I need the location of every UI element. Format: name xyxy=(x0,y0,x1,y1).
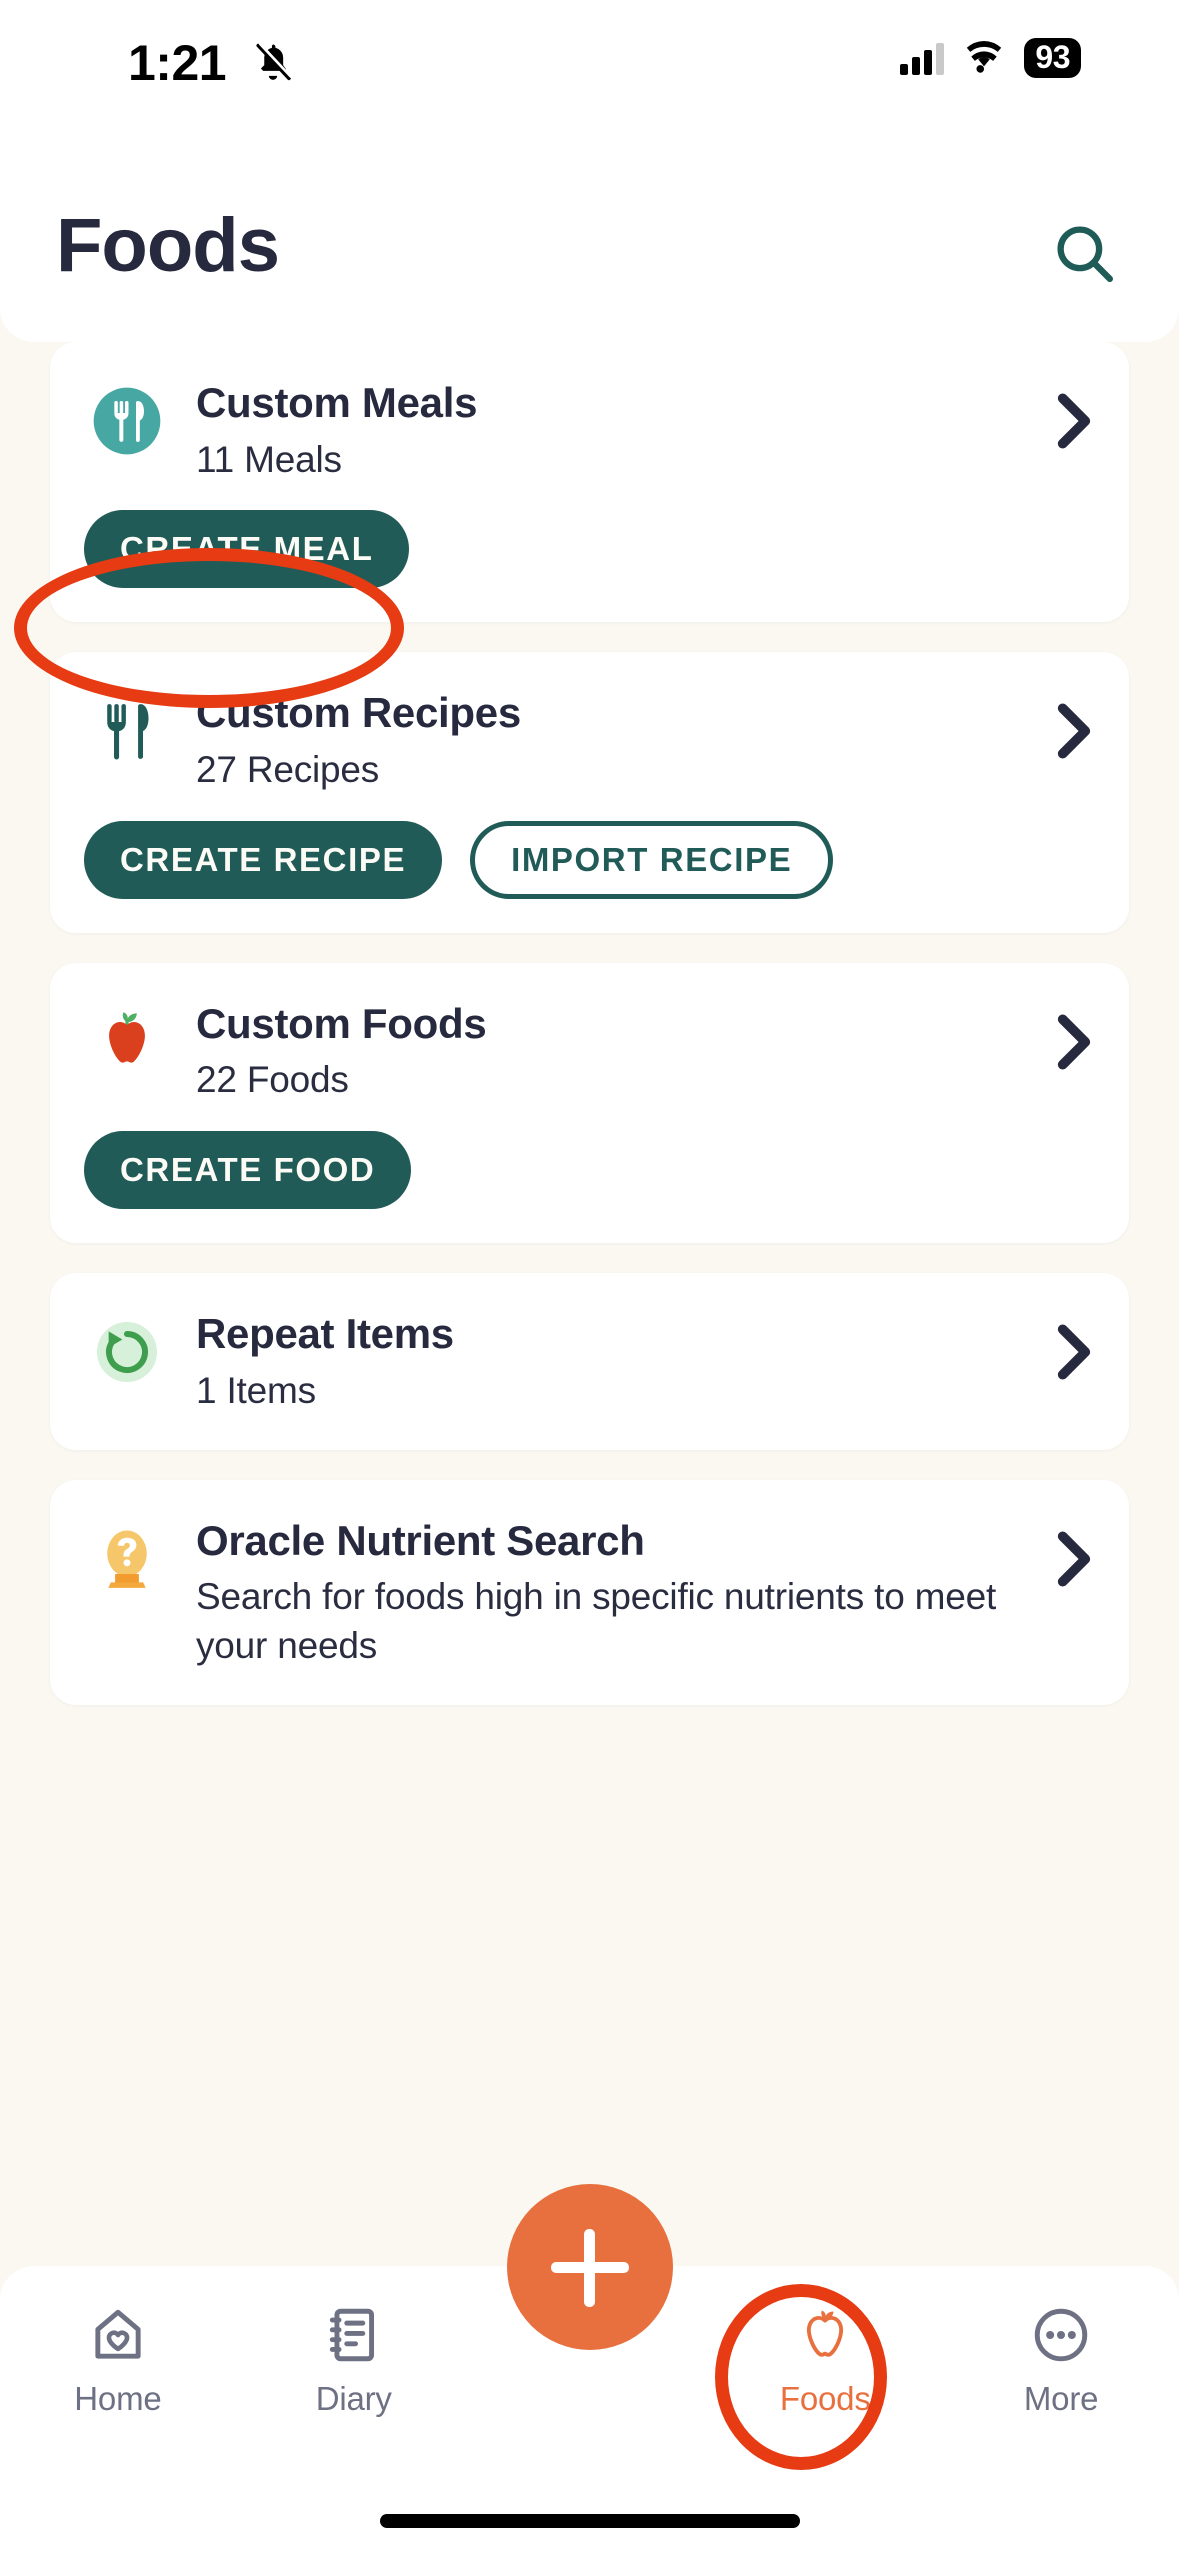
card-text: Repeat Items 1 Items xyxy=(196,1307,1031,1415)
create-recipe-button[interactable]: CREATE RECIPE xyxy=(84,820,443,899)
card-actions: CREATE MEAL xyxy=(84,510,1095,589)
add-entry-fab[interactable] xyxy=(507,2184,673,2350)
card-actions: CREATE RECIPE IMPORT RECIPE xyxy=(84,820,1095,899)
fork-knife-plate-icon xyxy=(84,378,170,464)
notebook-icon xyxy=(329,2308,374,2362)
home-heart-icon xyxy=(95,2309,141,2359)
chevron-right-icon[interactable] xyxy=(1057,1323,1091,1381)
chevron-right-icon[interactable] xyxy=(1057,392,1091,450)
card-custom-foods[interactable]: Custom Foods 22 Foods CREATE FOOD xyxy=(50,962,1129,1244)
import-recipe-button[interactable]: IMPORT RECIPE xyxy=(470,820,834,899)
card-subtitle: Search for foods high in specific nutrie… xyxy=(196,1576,997,1666)
card-title: Custom Foods xyxy=(196,999,487,1047)
card-header: Oracle Nutrient Search Search for foods … xyxy=(84,1514,1095,1671)
card-text: Oracle Nutrient Search Search for foods … xyxy=(196,1514,1031,1671)
foods-card-list: Custom Meals 11 Meals CREATE MEAL Custom… xyxy=(0,342,1179,1735)
status-bar: 1:21 93 xyxy=(0,0,1179,112)
card-header: Repeat Items 1 Items xyxy=(84,1307,1095,1415)
create-meal-button[interactable]: CREATE MEAL xyxy=(84,510,410,589)
cellular-signal-icon xyxy=(900,41,945,75)
page-title: Foods xyxy=(56,203,280,288)
app-header: Foods xyxy=(0,112,1179,342)
card-oracle-nutrient-search[interactable]: Oracle Nutrient Search Search for foods … xyxy=(50,1479,1129,1705)
apple-icon xyxy=(84,999,170,1085)
card-custom-recipes[interactable]: Custom Recipes 27 Recipes CREATE RECIPE … xyxy=(50,652,1129,933)
card-subtitle: 27 Recipes xyxy=(196,748,380,790)
card-text: Custom Recipes 27 Recipes xyxy=(196,686,1031,794)
bell-slash-icon xyxy=(256,42,292,81)
card-custom-meals[interactable]: Custom Meals 11 Meals CREATE MEAL xyxy=(50,342,1129,623)
status-bar-time: 1:21 xyxy=(128,35,227,91)
battery-level-indicator: 93 xyxy=(1024,38,1081,78)
fork-knife-icon xyxy=(84,688,170,774)
chevron-right-icon[interactable] xyxy=(1057,1013,1091,1071)
search-icon[interactable] xyxy=(1051,220,1117,286)
card-header: Custom Meals 11 Meals xyxy=(84,376,1095,484)
nav-label: More xyxy=(1023,2380,1099,2417)
apple-outline-icon xyxy=(807,2310,844,2357)
nav-label: Foods xyxy=(779,2380,871,2417)
status-bar-indicators: 93 xyxy=(900,38,1081,78)
nav-tab-home[interactable]: Home xyxy=(0,2304,236,2418)
nav-tab-more[interactable]: More xyxy=(943,2304,1179,2418)
card-actions: CREATE FOOD xyxy=(84,1131,1095,1210)
nav-tab-diary[interactable]: Diary xyxy=(236,2304,472,2418)
chevron-right-icon[interactable] xyxy=(1057,1530,1091,1588)
card-repeat-items[interactable]: Repeat Items 1 Items xyxy=(50,1273,1129,1450)
card-text: Custom Meals 11 Meals xyxy=(196,376,1031,484)
card-subtitle: 1 Items xyxy=(196,1369,316,1411)
card-title: Custom Meals xyxy=(196,379,478,426)
nav-tab-foods[interactable]: Foods xyxy=(707,2304,943,2418)
oracle-crystal-ball-icon xyxy=(84,1516,170,1602)
repeat-circular-arrow-icon xyxy=(84,1309,170,1395)
chevron-right-icon[interactable] xyxy=(1057,702,1091,760)
card-header: Custom Foods 22 Foods xyxy=(84,997,1095,1105)
nav-label: Home xyxy=(74,2380,162,2417)
wifi-icon xyxy=(967,41,1002,73)
card-text: Custom Foods 22 Foods xyxy=(196,997,1031,1105)
home-indicator xyxy=(379,2514,800,2528)
card-header: Custom Recipes 27 Recipes xyxy=(84,686,1095,794)
card-title: Oracle Nutrient Search xyxy=(196,1516,645,1564)
card-title: Repeat Items xyxy=(196,1310,454,1358)
ellipsis-circle-icon xyxy=(1034,2308,1088,2362)
create-food-button[interactable]: CREATE FOOD xyxy=(84,1131,412,1210)
card-subtitle: 22 Foods xyxy=(196,1059,349,1101)
card-title: Custom Recipes xyxy=(196,689,521,737)
card-subtitle: 11 Meals xyxy=(196,438,342,480)
nav-label: Diary xyxy=(315,2380,392,2417)
